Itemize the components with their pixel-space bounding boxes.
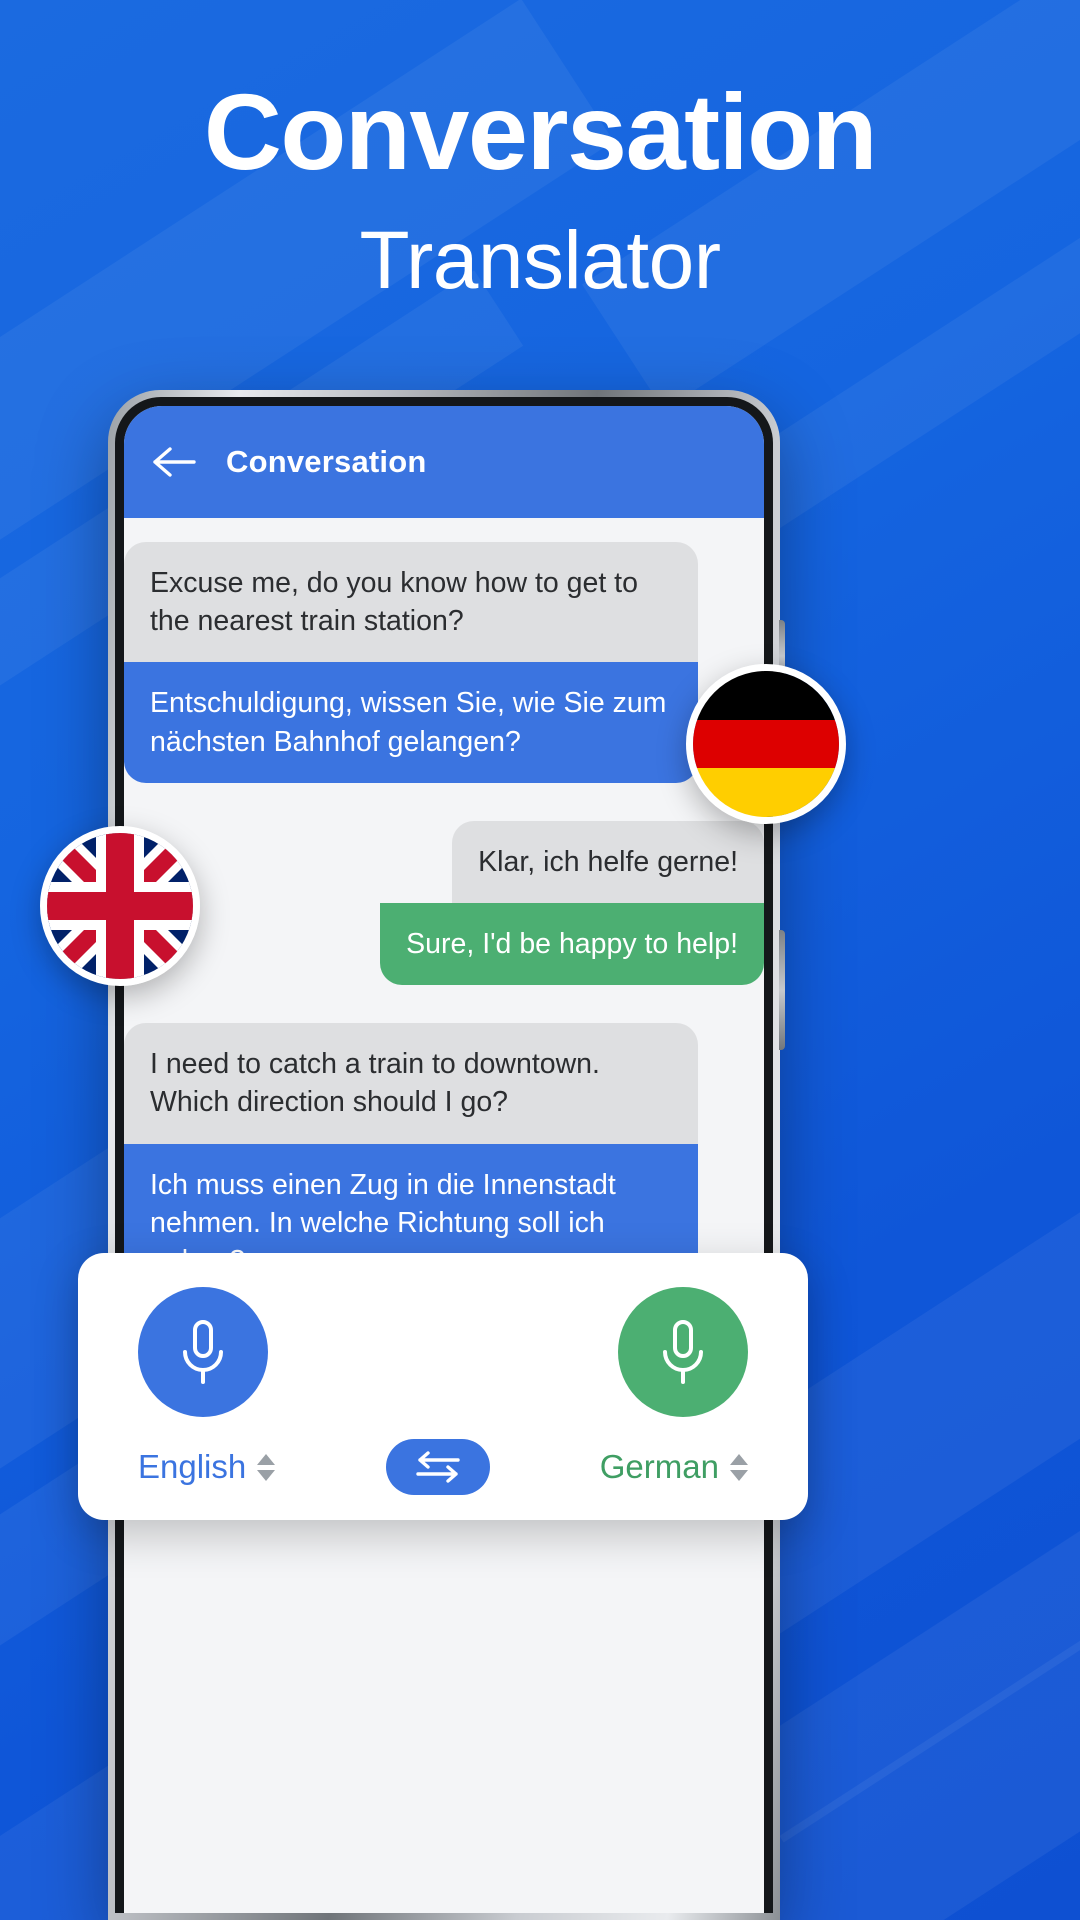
app-bar: Conversation (124, 406, 764, 518)
app-bar-title: Conversation (226, 444, 427, 479)
mic-button-row (138, 1287, 748, 1417)
message-translation-text: Entschuldigung, wissen Sie, wie Sie zum … (124, 662, 698, 783)
message-group: Excuse me, do you know how to get to the… (124, 542, 764, 783)
source-language-label: English (138, 1448, 247, 1485)
source-language-selector[interactable]: English (138, 1448, 276, 1486)
microphone-icon (183, 1320, 223, 1384)
message-source-text: I need to catch a train to downtown. Whi… (124, 1023, 698, 1144)
promo-subtitle: Translator (359, 215, 721, 306)
message-group: Klar, ich helfe gerne! Sure, I'd be happ… (124, 820, 764, 986)
germany-flag-icon (693, 671, 839, 817)
spinner-up-down-icon (257, 1453, 276, 1481)
spinner-up-down-icon (729, 1453, 748, 1481)
promo-headline: Conversation Translator (0, 78, 1080, 302)
phone-volume-button (779, 930, 785, 1050)
microphone-icon (663, 1320, 703, 1384)
arrow-left-icon[interactable] (152, 445, 196, 479)
chat-thread[interactable]: Excuse me, do you know how to get to the… (124, 518, 764, 1913)
germany-flag-badge (686, 664, 846, 824)
phone-screen: Conversation Excuse me, do you know how … (124, 406, 764, 1913)
union-jack-icon (47, 833, 193, 979)
target-mic-button[interactable] (618, 1287, 748, 1417)
message-translation-text: Sure, I'd be happy to help! (380, 902, 764, 986)
phone-mockup: Conversation Excuse me, do you know how … (108, 390, 785, 1920)
source-mic-button[interactable] (138, 1287, 268, 1417)
swap-languages-button[interactable] (385, 1439, 490, 1495)
message-source-text: Excuse me, do you know how to get to the… (124, 542, 698, 663)
swap-arrows-icon (415, 1451, 460, 1483)
phone-bezel: Conversation Excuse me, do you know how … (115, 397, 773, 1913)
target-language-selector[interactable]: German (600, 1448, 748, 1486)
promo-screenshot: Conversation Translator Conversation Exc… (0, 0, 1080, 1920)
language-selector-row: English German (138, 1439, 748, 1495)
message-source-text: Klar, ich helfe gerne! (452, 820, 764, 903)
target-language-label: German (599, 1448, 719, 1485)
united-kingdom-flag-badge (40, 826, 200, 986)
voice-control-panel: English German (78, 1253, 808, 1520)
promo-title: Conversation (203, 71, 878, 192)
